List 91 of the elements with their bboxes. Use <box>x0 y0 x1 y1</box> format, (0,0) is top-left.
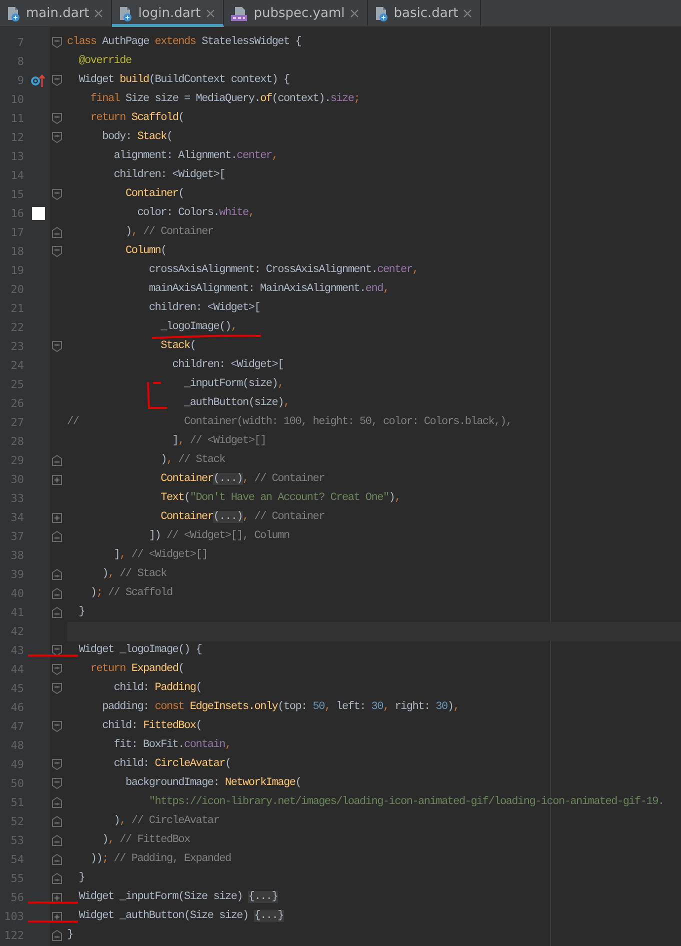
fold-minus-icon[interactable] <box>52 113 62 124</box>
annotation-bracket <box>145 380 169 410</box>
code-line: ]) // <Widget>[], Column <box>148 530 290 543</box>
code-line: class AuthPage extends StatelessWidget { <box>67 36 302 49</box>
code-line: fit: BoxFit.contain, <box>114 739 231 752</box>
fold-minus-icon[interactable] <box>52 455 62 466</box>
annotation-dash <box>27 919 79 924</box>
fold-plus-icon[interactable] <box>52 912 62 922</box>
code-line: child: FittedBox( <box>102 720 202 733</box>
code-line: ], // <Widget>[] <box>114 549 208 562</box>
code-line: ), // FittedBox <box>102 834 190 847</box>
fold-minus-icon[interactable] <box>52 664 62 675</box>
code-line: crossAxisAlignment: CrossAxisAlignment.center, <box>148 264 418 277</box>
file-tab[interactable]: login.dart <box>112 0 224 27</box>
close-icon[interactable] <box>94 9 104 18</box>
fold-minus-icon[interactable] <box>52 778 62 789</box>
fold-minus-icon[interactable] <box>52 607 62 618</box>
fold-plus-icon[interactable] <box>52 474 62 484</box>
close-icon[interactable] <box>463 9 472 18</box>
code-line: mainAxisAlignment: MainAxisAlignment.end, <box>148 283 389 296</box>
code-line: } <box>67 929 73 942</box>
fold-minus-icon[interactable] <box>52 189 62 200</box>
code-line: "https://icon-library.net/images/loading-icon-animated-gif/loading-icon-animated-gif-19. <box>148 796 664 809</box>
close-icon[interactable] <box>206 9 215 18</box>
code-line: ), // Container <box>126 226 214 239</box>
dart-file-icon <box>374 6 389 22</box>
fold-minus-icon[interactable] <box>52 227 62 238</box>
code-line: _inputForm(size), <box>184 378 284 391</box>
code-line: backgroundImage: NetworkImage( <box>126 777 302 790</box>
fold-plus-icon[interactable] <box>52 512 62 522</box>
fold-minus-icon[interactable] <box>52 531 62 542</box>
dart-file-icon <box>119 6 134 22</box>
code-line: } <box>78 606 85 619</box>
code-line: Text("Don't Have an Account? Creat One"), <box>160 492 401 505</box>
code-line: children: <Widget>[ <box>114 169 225 182</box>
code-line: body: Stack( <box>102 131 172 144</box>
code-line: padding: const EdgeInsets.only(top: 50, left: 30, right: 30), <box>102 701 460 714</box>
code-line: return Expanded( <box>90 663 184 676</box>
code-line: return Scaffold( <box>90 112 184 125</box>
code-line: Container(...), // Container <box>160 511 324 524</box>
fold-minus-icon[interactable] <box>52 683 62 694</box>
code-line: children: <Widget>[ <box>148 302 260 315</box>
fold-minus-icon[interactable] <box>52 854 62 865</box>
fold-minus-icon[interactable] <box>52 930 62 941</box>
code-line: _authButton(size), <box>184 397 290 410</box>
code-line: color: Colors.white, <box>137 207 254 220</box>
fold-minus-icon[interactable] <box>52 588 62 599</box>
code-line: ), // Stack <box>160 454 225 467</box>
fold-minus-icon[interactable] <box>52 341 62 352</box>
fold-minus-icon[interactable] <box>52 246 62 257</box>
fold-minus-icon[interactable] <box>52 759 62 770</box>
fold-minus-icon[interactable] <box>52 132 62 143</box>
code-line: Widget _inputForm(Size size) {...} <box>78 891 278 904</box>
code-line: ); // Scaffold <box>90 587 172 600</box>
code-line: )); // Padding, Expanded <box>90 853 231 866</box>
code-line: ], // <Widget>[] <box>172 435 266 448</box>
code-line: Stack( <box>160 340 196 353</box>
fold-minus-icon[interactable] <box>52 569 62 580</box>
code-line: Container( <box>126 188 184 201</box>
annotation-dash <box>27 653 79 658</box>
dart-file-icon <box>7 6 21 22</box>
fold-minus-icon[interactable] <box>52 835 62 846</box>
code-line: children: <Widget>[ <box>172 359 284 372</box>
fold-minus-icon[interactable] <box>52 645 62 656</box>
code-line: child: CircleAvatar( <box>114 758 231 771</box>
fold-minus-icon[interactable] <box>52 75 62 86</box>
code-line: _logoImage(), <box>160 321 237 334</box>
fold-minus-icon[interactable] <box>52 721 62 732</box>
code-line: } <box>78 872 85 885</box>
close-icon[interactable] <box>350 9 359 18</box>
code-line: Widget _authButton(Size size) {...} <box>78 910 284 923</box>
code-line: Widget _logoImage() { <box>78 644 202 657</box>
code-line: alignment: Alignment.center, <box>114 150 278 163</box>
fold-minus-icon[interactable] <box>52 797 62 808</box>
code-line: Column( <box>126 245 166 258</box>
code-line: child: Padding( <box>114 682 202 695</box>
override-arrow-icon[interactable] <box>31 74 45 88</box>
fold-minus-icon[interactable] <box>52 816 62 827</box>
code-line: // Container(width: 100, height: 50, color: Colors.black,), <box>67 416 512 429</box>
fold-minus-icon[interactable] <box>52 37 62 48</box>
code-line: Container(...), // Container <box>160 473 324 486</box>
fold-minus-icon[interactable] <box>52 873 62 884</box>
code-line: ), // Stack <box>102 568 166 581</box>
annotation-dash <box>27 900 79 905</box>
yaml-file-icon <box>230 6 249 22</box>
code-line: final Size size = MediaQuery.of(context).size; <box>90 93 360 106</box>
code-line: Widget build(BuildContext context) { <box>78 74 290 87</box>
color-swatch[interactable] <box>32 207 44 220</box>
code-line: ), // CircleAvatar <box>114 815 220 828</box>
code-line: @override <box>78 55 132 68</box>
fold-plus-icon[interactable] <box>52 892 62 902</box>
